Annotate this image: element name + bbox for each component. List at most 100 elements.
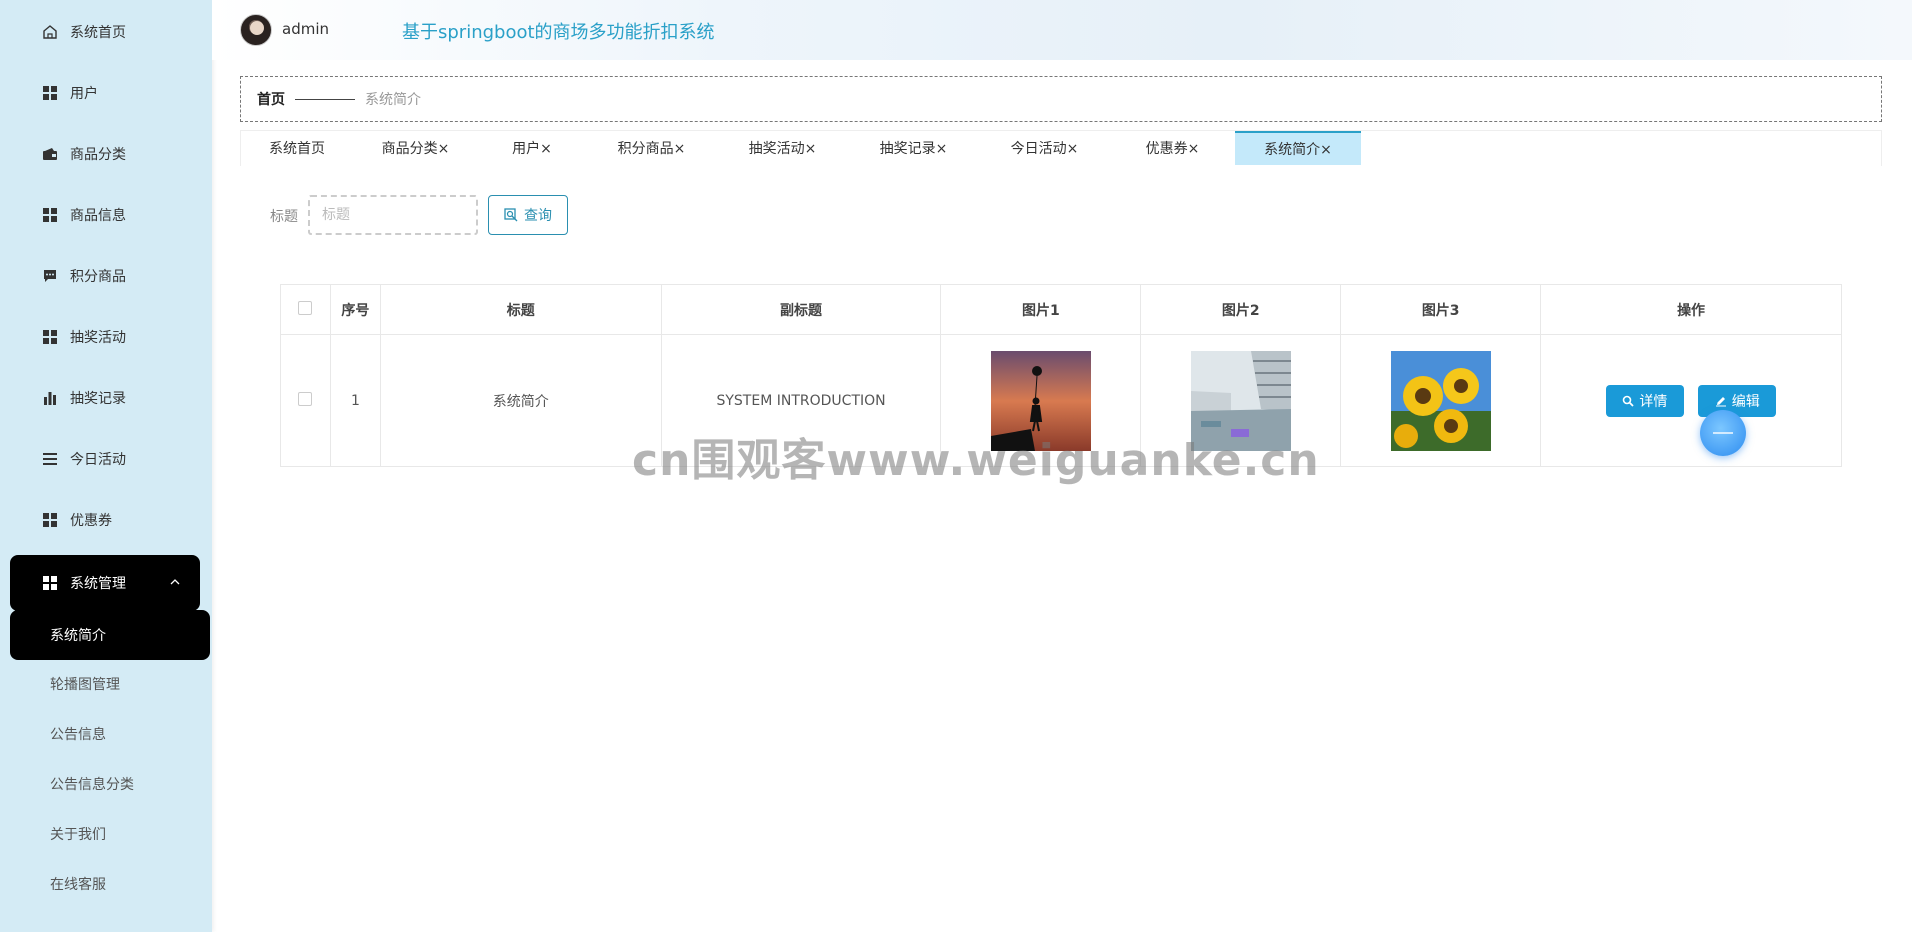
sidebar-subitem-label: 关于我们	[50, 827, 106, 843]
sidebar-item-label: 商品信息	[70, 208, 126, 224]
grid-icon	[42, 207, 58, 223]
tab-lottery-records[interactable]: 抽奖记录×	[848, 131, 979, 165]
tab-label: 积分商品×	[617, 141, 686, 157]
grid-icon	[42, 85, 58, 101]
row-checkbox[interactable]	[298, 391, 313, 406]
search-title-input[interactable]	[308, 195, 478, 235]
tab-label: 优惠券×	[1145, 141, 1200, 157]
sidebar-subitem-notices[interactable]: 公告信息	[10, 714, 210, 754]
tab-users[interactable]: 用户×	[478, 131, 586, 165]
tab-today[interactable]: 今日活动×	[979, 131, 1110, 165]
search-label: 标题	[270, 209, 298, 225]
header-select-all[interactable]	[280, 284, 331, 335]
sidebar-subitem-support[interactable]: 在线客服	[10, 864, 210, 904]
tab-label: 用户×	[512, 141, 552, 157]
pencil-icon	[1715, 396, 1726, 406]
column-header: 图片2	[1140, 284, 1342, 335]
sidebar: 系统首页 用户 商品分类 商品信息 积分商品 抽奖活动 抽奖记录 今日活动 优惠…	[0, 0, 212, 932]
grid-icon	[42, 512, 58, 528]
sidebar-item-category[interactable]: 商品分类	[0, 134, 212, 174]
sidebar-item-label: 积分商品	[70, 269, 126, 285]
sidebar-item-today[interactable]: 今日活动	[0, 439, 212, 479]
tab-home[interactable]: 系统首页	[241, 131, 353, 165]
image-girl-balloon[interactable]	[990, 350, 1091, 451]
grid-icon	[42, 329, 58, 345]
select-all-checkbox[interactable]	[298, 300, 313, 315]
column-header: 图片3	[1340, 284, 1542, 335]
sidebar-item-lottery-records[interactable]: 抽奖记录	[0, 378, 212, 418]
column-header: 操作	[1540, 284, 1842, 335]
sidebar-item-label: 用户	[70, 86, 98, 102]
sidebar-subitem-about[interactable]: 关于我们	[10, 814, 210, 854]
tab-points-products[interactable]: 积分商品×	[586, 131, 717, 165]
table-row: 1 系统简介 SYSTEM INTRODUCTION 详情 编辑	[280, 334, 1842, 467]
breadcrumb-current: 系统简介	[365, 92, 421, 108]
sidebar-subitem-label: 系统简介	[50, 628, 106, 644]
tab-system-intro[interactable]: 系统简介×	[1235, 131, 1361, 165]
sidebar-item-users[interactable]: 用户	[0, 73, 212, 113]
list-icon	[42, 451, 58, 467]
tab-label: 商品分类×	[381, 141, 450, 157]
floating-assistant-button[interactable]	[1700, 410, 1746, 456]
sidebar-item-label: 抽奖记录	[70, 391, 126, 407]
column-header: 图片1	[940, 284, 1142, 335]
sidebar-item-label: 优惠券	[70, 513, 112, 529]
detail-button-label: 详情	[1639, 393, 1668, 410]
sidebar-group-label: 系统管理	[70, 576, 126, 592]
column-header: 副标题	[660, 284, 942, 335]
chevron-up-icon	[170, 574, 180, 588]
detail-button[interactable]: 详情	[1605, 384, 1684, 417]
sidebar-subitem-label: 轮播图管理	[50, 677, 120, 693]
cell-title: 系统简介	[379, 334, 662, 467]
tab-category[interactable]: 商品分类×	[353, 131, 478, 165]
sidebar-subitem-label: 公告信息分类	[50, 777, 134, 793]
edit-button-label: 编辑	[1731, 393, 1760, 410]
sidebar-item-points-products[interactable]: 积分商品	[0, 256, 212, 296]
cell-image2	[1140, 334, 1342, 467]
cell-subtitle: SYSTEM INTRODUCTION	[660, 334, 942, 467]
cell-actions: 详情 编辑	[1540, 334, 1842, 467]
chat-icon	[42, 268, 58, 284]
bar-chart-icon	[42, 390, 58, 406]
sidebar-subitem-label: 公告信息	[50, 727, 106, 743]
row-select-cell[interactable]	[280, 334, 331, 467]
tab-label: 系统首页	[269, 141, 325, 157]
breadcrumb-separator	[295, 98, 355, 100]
image-sunflowers[interactable]	[1390, 350, 1491, 451]
sidebar-item-label: 今日活动	[70, 452, 126, 468]
sidebar-item-label: 系统首页	[70, 25, 126, 41]
sidebar-group-system[interactable]: 系统管理	[10, 555, 200, 611]
app-title: 基于springboot的商场多功能折扣系统	[402, 22, 715, 43]
table-header-row: 序号 标题 副标题 图片1 图片2 图片3 操作	[280, 284, 1842, 335]
sidebar-item-home[interactable]: 系统首页	[0, 12, 212, 52]
cell-index: 1	[329, 334, 381, 467]
username[interactable]: admin	[282, 20, 329, 38]
tab-label: 系统简介×	[1264, 142, 1332, 158]
search-button-label: 查询	[524, 208, 552, 224]
avatar[interactable]	[240, 14, 272, 46]
home-icon	[42, 24, 58, 40]
search-icon	[504, 208, 518, 222]
tab-coupons[interactable]: 优惠券×	[1110, 131, 1235, 165]
sidebar-item-label: 商品分类	[70, 147, 126, 163]
sidebar-subitem-carousel[interactable]: 轮播图管理	[10, 664, 210, 704]
data-table: 序号 标题 副标题 图片1 图片2 图片3 操作 1 系统简介 SYSTEM I…	[280, 284, 1842, 467]
edit-button[interactable]: 编辑	[1698, 384, 1777, 417]
tab-label: 抽奖记录×	[879, 141, 948, 157]
tab-bar: 系统首页 商品分类× 用户× 积分商品× 抽奖活动× 抽奖记录× 今日活动× 优…	[240, 130, 1882, 166]
cell-image3	[1340, 334, 1542, 467]
cell-image1	[940, 334, 1142, 467]
sidebar-subitem-label: 在线客服	[50, 877, 106, 893]
breadcrumb-home[interactable]: 首页	[257, 89, 285, 109]
tab-lottery[interactable]: 抽奖活动×	[717, 131, 848, 165]
sidebar-item-products[interactable]: 商品信息	[0, 195, 212, 235]
sidebar-subitem-notice-category[interactable]: 公告信息分类	[10, 764, 210, 804]
image-building-courtyard[interactable]	[1190, 350, 1291, 451]
sidebar-item-lottery[interactable]: 抽奖活动	[0, 317, 212, 357]
search-button[interactable]: 查询	[488, 195, 568, 235]
grid-icon	[42, 575, 58, 591]
top-header: admin 基于springboot的商场多功能折扣系统	[212, 0, 1912, 60]
column-header: 标题	[379, 284, 662, 335]
sidebar-item-coupons[interactable]: 优惠券	[0, 500, 212, 540]
sidebar-subitem-system-intro[interactable]: 系统简介	[10, 610, 210, 660]
